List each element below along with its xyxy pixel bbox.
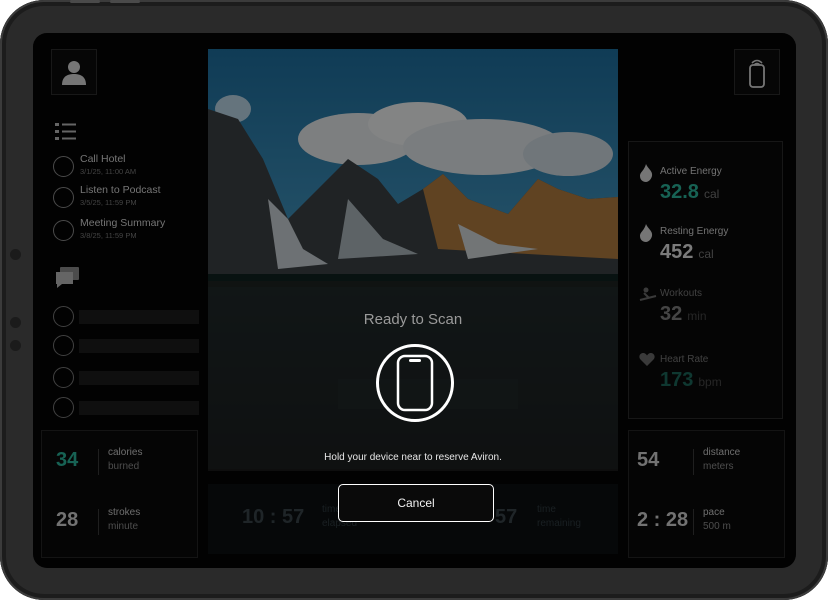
cancel-button[interactable]: Cancel [338, 484, 494, 522]
side-sensor [10, 340, 21, 351]
tablet-frame: Call Hotel 3/1/25, 11:00 AM Listen to Po… [0, 0, 828, 600]
smartphone-icon [396, 354, 434, 412]
app-screen: Call Hotel 3/1/25, 11:00 AM Listen to Po… [33, 33, 796, 568]
side-sensor [10, 317, 21, 328]
scan-indicator [376, 344, 454, 422]
side-sensor [10, 249, 21, 260]
volume-button [70, 0, 100, 3]
volume-button [110, 0, 140, 3]
scan-dialog-title: Ready to Scan [363, 311, 463, 328]
scan-dialog: Ready to Scan Hold your device near to r… [208, 281, 618, 471]
scan-instruction: Hold your device near to reserve Aviron. [324, 452, 502, 463]
